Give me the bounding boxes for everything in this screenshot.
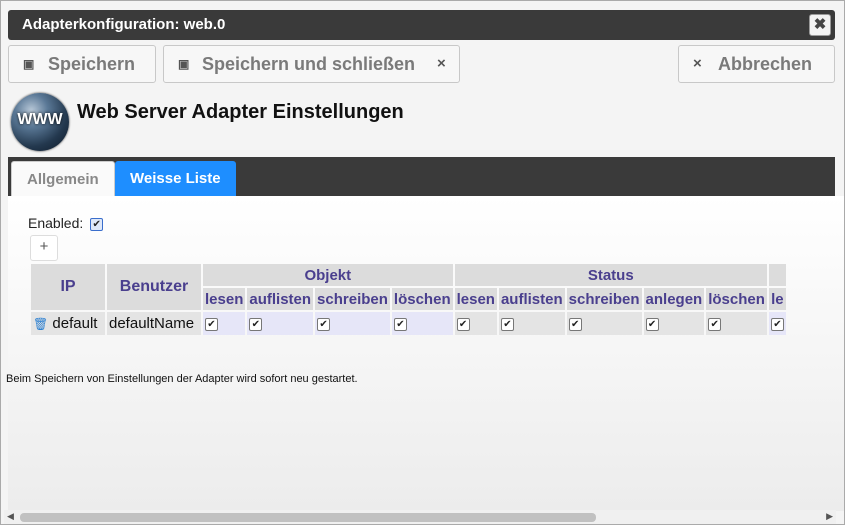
- col-objekt-lesen: lesen: [203, 288, 246, 310]
- close-icon[interactable]: ✖: [809, 14, 831, 36]
- trash-icon[interactable]: 🗑: [33, 317, 48, 331]
- check-cell: ✔: [706, 312, 767, 335]
- col-objekt-auflisten: auflisten: [247, 288, 314, 310]
- checkbox[interactable]: ✔: [456, 317, 470, 331]
- col-objekt-loeschen: löschen: [391, 288, 453, 310]
- check-cell: ✔: [247, 312, 314, 335]
- save-icon: ▣: [178, 57, 190, 71]
- checkbox[interactable]: ✔: [645, 317, 659, 331]
- scrollbar-thumb[interactable]: [20, 513, 596, 522]
- save-icon: ▣: [23, 57, 35, 71]
- table-row: 🗑 default defaultName ✔ ✔ ✔ ✔ ✔ ✔ ✔ ✔ ✔ …: [31, 312, 786, 335]
- tab-weisse-liste[interactable]: Weisse Liste: [115, 161, 236, 196]
- col-cut: le: [768, 288, 786, 310]
- check-cell: ✔: [768, 312, 786, 335]
- col-objekt-schreiben: schreiben: [315, 288, 390, 310]
- tab-bar: Allgemein Weisse Liste: [8, 157, 835, 196]
- col-status-auflisten: auflisten: [498, 288, 565, 310]
- checkbox[interactable]: ✔: [393, 317, 407, 331]
- col-status-schreiben: schreiben: [566, 288, 642, 310]
- cancel-button-label: Abbrechen: [718, 54, 813, 74]
- save-button-label: Speichern: [48, 54, 136, 74]
- col-ip-header: IP: [31, 264, 105, 310]
- horizontal-scrollbar[interactable]: ◀ ▶: [4, 510, 836, 524]
- group-cut-header: [768, 264, 786, 286]
- restart-note: Beim Speichern von Einstellungen der Ada…: [6, 373, 358, 385]
- checkbox[interactable]: ✔: [770, 317, 784, 331]
- checkbox[interactable]: ✔: [317, 317, 331, 331]
- row-ip-cell: 🗑 default: [31, 312, 105, 335]
- save-button[interactable]: ▣ Speichern: [8, 45, 156, 83]
- cancel-button[interactable]: × Abbrechen: [678, 45, 835, 83]
- col-user-header: Benutzer: [107, 264, 201, 310]
- row-user[interactable]: defaultName: [107, 312, 201, 335]
- check-cell: ✔: [566, 312, 642, 335]
- whitelist-table: IP Benutzer Objekt Status lesen aufliste…: [29, 262, 788, 337]
- col-status-lesen: lesen: [454, 288, 497, 310]
- checkbox[interactable]: ✔: [500, 317, 514, 331]
- scroll-right-icon[interactable]: ▶: [826, 511, 833, 522]
- close-icon: ×: [693, 55, 702, 72]
- checkbox[interactable]: ✔: [708, 317, 722, 331]
- check-cell: ✔: [454, 312, 497, 335]
- close-icon: ×: [437, 55, 446, 72]
- group-objekt-header: Objekt: [203, 264, 453, 286]
- check-cell: ✔: [643, 312, 705, 335]
- tab-allgemein[interactable]: Allgemein: [11, 161, 115, 196]
- checkbox[interactable]: ✔: [205, 317, 218, 331]
- col-status-loeschen: löschen: [706, 288, 767, 310]
- enabled-row: Enabled: ✔: [28, 215, 104, 231]
- col-status-anlegen: anlegen: [643, 288, 705, 310]
- scroll-left-icon[interactable]: ◀: [7, 511, 14, 522]
- save-and-close-button[interactable]: ▣ Speichern und schließen ×: [163, 45, 460, 83]
- enabled-label: Enabled:: [28, 215, 84, 231]
- checkbox[interactable]: ✔: [249, 317, 263, 331]
- check-cell: ✔: [391, 312, 453, 335]
- check-cell: ✔: [498, 312, 565, 335]
- adapter-config-dialog: Adapterkonfiguration: web.0 ✖ ▣ Speicher…: [0, 0, 845, 525]
- group-status-header: Status: [454, 264, 767, 286]
- check-cell: ✔: [203, 312, 246, 335]
- whitelist-panel: Enabled: ✔ + IP Benutzer Objekt Status l…: [8, 196, 844, 511]
- dialog-title: Adapterkonfiguration: web.0: [22, 16, 226, 33]
- row-ip: default: [52, 315, 98, 332]
- check-cell: ✔: [315, 312, 390, 335]
- save-and-close-label: Speichern und schließen: [202, 54, 416, 74]
- logo-text: WWW: [17, 111, 63, 128]
- add-row-button[interactable]: +: [30, 235, 58, 261]
- adapter-logo: WWW: [11, 93, 69, 151]
- enabled-checkbox[interactable]: ✔: [90, 217, 104, 231]
- dialog-titlebar[interactable]: Adapterkonfiguration: web.0 ✖: [8, 10, 835, 40]
- checkbox[interactable]: ✔: [568, 317, 582, 331]
- page-title: Web Server Adapter Einstellungen: [77, 101, 404, 123]
